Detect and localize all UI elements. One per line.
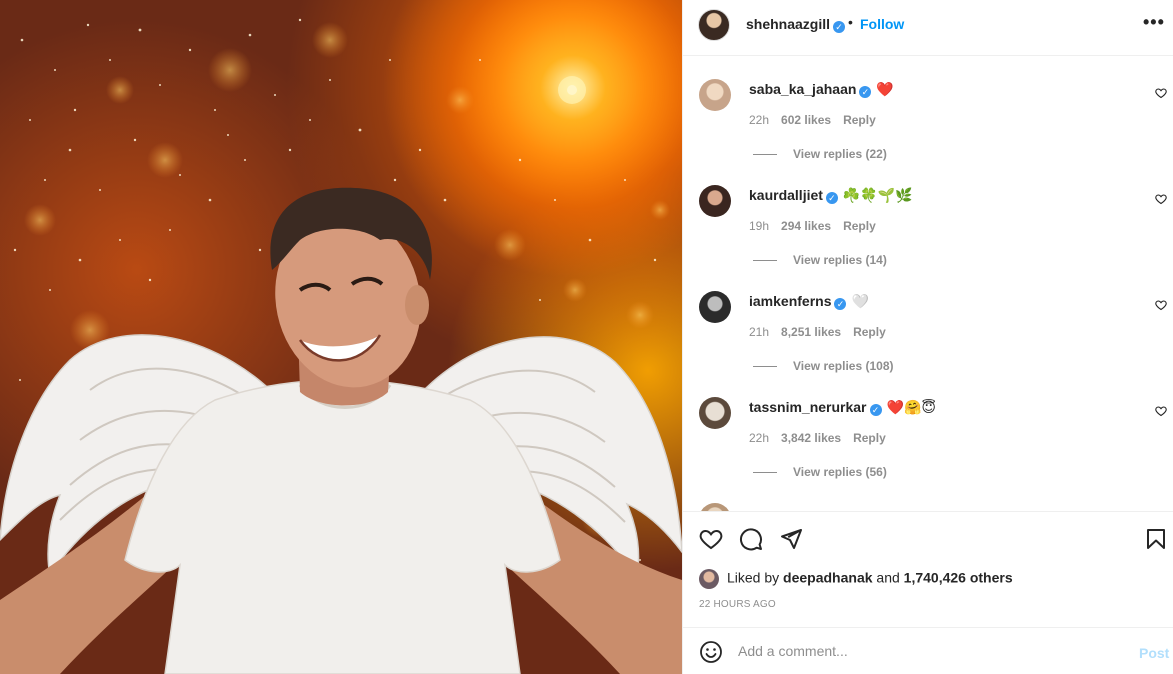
view-replies-button[interactable]: View replies (22) xyxy=(753,147,887,161)
comment-time[interactable]: 22h xyxy=(749,431,769,445)
comment-time[interactable]: 22h xyxy=(749,113,769,127)
view-replies-label[interactable]: View replies (108) xyxy=(793,359,894,373)
view-replies-button[interactable]: View replies (14) xyxy=(753,253,887,267)
comment-like-heart-icon[interactable] xyxy=(1155,299,1167,311)
author-avatar[interactable] xyxy=(698,9,730,41)
smiling-man-figure xyxy=(0,187,682,674)
verified-badge-icon: ✓ xyxy=(834,298,847,310)
view-replies-button[interactable]: View replies (56) xyxy=(753,465,887,479)
post-comment-button[interactable]: Post xyxy=(1139,645,1169,661)
post-actions: Liked by deepadhanak and 1,740,426 other… xyxy=(683,511,1173,627)
post-header: shehnaazgill ✓ • Follow ••• xyxy=(683,0,1173,56)
reply-button[interactable]: Reply xyxy=(843,219,876,233)
separator-dot: • xyxy=(848,14,853,30)
comment-text: ❤️🤗😇 xyxy=(886,399,936,415)
comment-item: tassnim_nerurkar ✓ ❤️🤗😇 22h 3,842 likes Repl… xyxy=(683,375,1173,481)
commenter-username[interactable]: tassnim_nerurkar xyxy=(749,399,867,415)
commenter-avatar[interactable] xyxy=(699,291,731,323)
author-username-text[interactable]: shehnaazgill xyxy=(746,16,830,32)
replies-divider-line xyxy=(753,154,777,156)
view-replies-label[interactable]: View replies (56) xyxy=(793,465,887,479)
comment-bubble-icon[interactable] xyxy=(739,527,763,551)
post-side-panel: shehnaazgill ✓ • Follow ••• saba_ka_jahaa… xyxy=(682,0,1173,674)
comment-likes[interactable]: 3,842 likes xyxy=(781,431,841,445)
comment-item: iamkenferns ✓ 🤍 21h 8,251 likes Reply View r… xyxy=(683,269,1173,375)
commenter-avatar[interactable] xyxy=(699,397,731,429)
verified-badge-icon: ✓ xyxy=(825,192,838,204)
other-likers-count[interactable]: 1,740,426 others xyxy=(904,570,1013,586)
reply-button[interactable]: Reply xyxy=(843,113,876,127)
more-options-icon[interactable]: ••• xyxy=(1143,12,1165,33)
comment-text: 🤍 xyxy=(851,293,869,309)
post-image[interactable] xyxy=(0,0,682,674)
liked-by-prefix: Liked by xyxy=(727,569,784,586)
like-heart-icon[interactable] xyxy=(699,527,723,551)
commenter-username[interactable]: saba_ka_jahaan xyxy=(749,81,856,97)
comment-item: kaurdalljiet ✓ ☘️🍀🌱🌿 19h 294 likes Reply Vie… xyxy=(683,163,1173,269)
comment-time[interactable]: 19h xyxy=(749,219,769,233)
view-replies-label[interactable]: View replies (14) xyxy=(793,253,887,267)
emoji-smiley-icon[interactable] xyxy=(699,640,723,664)
reply-button[interactable]: Reply xyxy=(853,431,886,445)
save-bookmark-icon[interactable] xyxy=(1144,527,1168,551)
verified-badge-icon: ✓ xyxy=(859,86,872,98)
liked-by-summary: Liked by deepadhanak and 1,740,426 other… xyxy=(699,569,1013,589)
reply-button[interactable]: Reply xyxy=(853,325,886,339)
comment-likes[interactable]: 602 likes xyxy=(781,113,831,127)
comment-text: ☘️🍀🌱🌿 xyxy=(842,187,913,203)
liker-avatar[interactable] xyxy=(699,569,719,589)
liked-by-conjunction: and xyxy=(872,569,904,586)
verified-badge-icon: ✓ xyxy=(869,404,882,416)
comment-time[interactable]: 21h xyxy=(749,325,769,339)
share-paper-plane-icon[interactable] xyxy=(779,527,803,551)
post-timestamp[interactable]: 22 HOURS AGO xyxy=(699,599,776,610)
commenter-username[interactable]: kaurdalljiet xyxy=(749,187,823,203)
comment-text: ❤️ xyxy=(876,81,894,97)
comment-item: saba_ka_jahaan ✓ ❤️ 22h 602 likes Reply View… xyxy=(683,57,1173,163)
comment-input[interactable] xyxy=(738,640,1098,662)
view-replies-button[interactable]: View replies (108) xyxy=(753,359,894,373)
replies-divider-line xyxy=(753,260,777,262)
commenter-avatar[interactable] xyxy=(699,185,731,217)
commenter-avatar-partial[interactable] xyxy=(699,503,731,511)
first-liker-username[interactable]: deepadhanak xyxy=(783,570,872,586)
replies-divider-line xyxy=(753,472,777,474)
comment-likes[interactable]: 294 likes xyxy=(781,219,831,233)
author-username[interactable]: shehnaazgill ✓ xyxy=(746,16,846,33)
comments-list[interactable]: saba_ka_jahaan ✓ ❤️ 22h 602 likes Reply View… xyxy=(683,57,1173,511)
verified-badge-icon: ✓ xyxy=(833,21,846,33)
comment-like-heart-icon[interactable] xyxy=(1155,87,1167,99)
commenter-username[interactable]: iamkenferns xyxy=(749,293,831,309)
replies-divider-line xyxy=(753,366,777,368)
follow-button[interactable]: Follow xyxy=(860,16,904,32)
add-comment-bar: Post xyxy=(683,627,1173,674)
commenter-avatar[interactable] xyxy=(699,79,731,111)
comment-like-heart-icon[interactable] xyxy=(1155,193,1167,205)
comment-likes[interactable]: 8,251 likes xyxy=(781,325,841,339)
comment-like-heart-icon[interactable] xyxy=(1155,405,1167,417)
view-replies-label[interactable]: View replies (22) xyxy=(793,147,887,161)
